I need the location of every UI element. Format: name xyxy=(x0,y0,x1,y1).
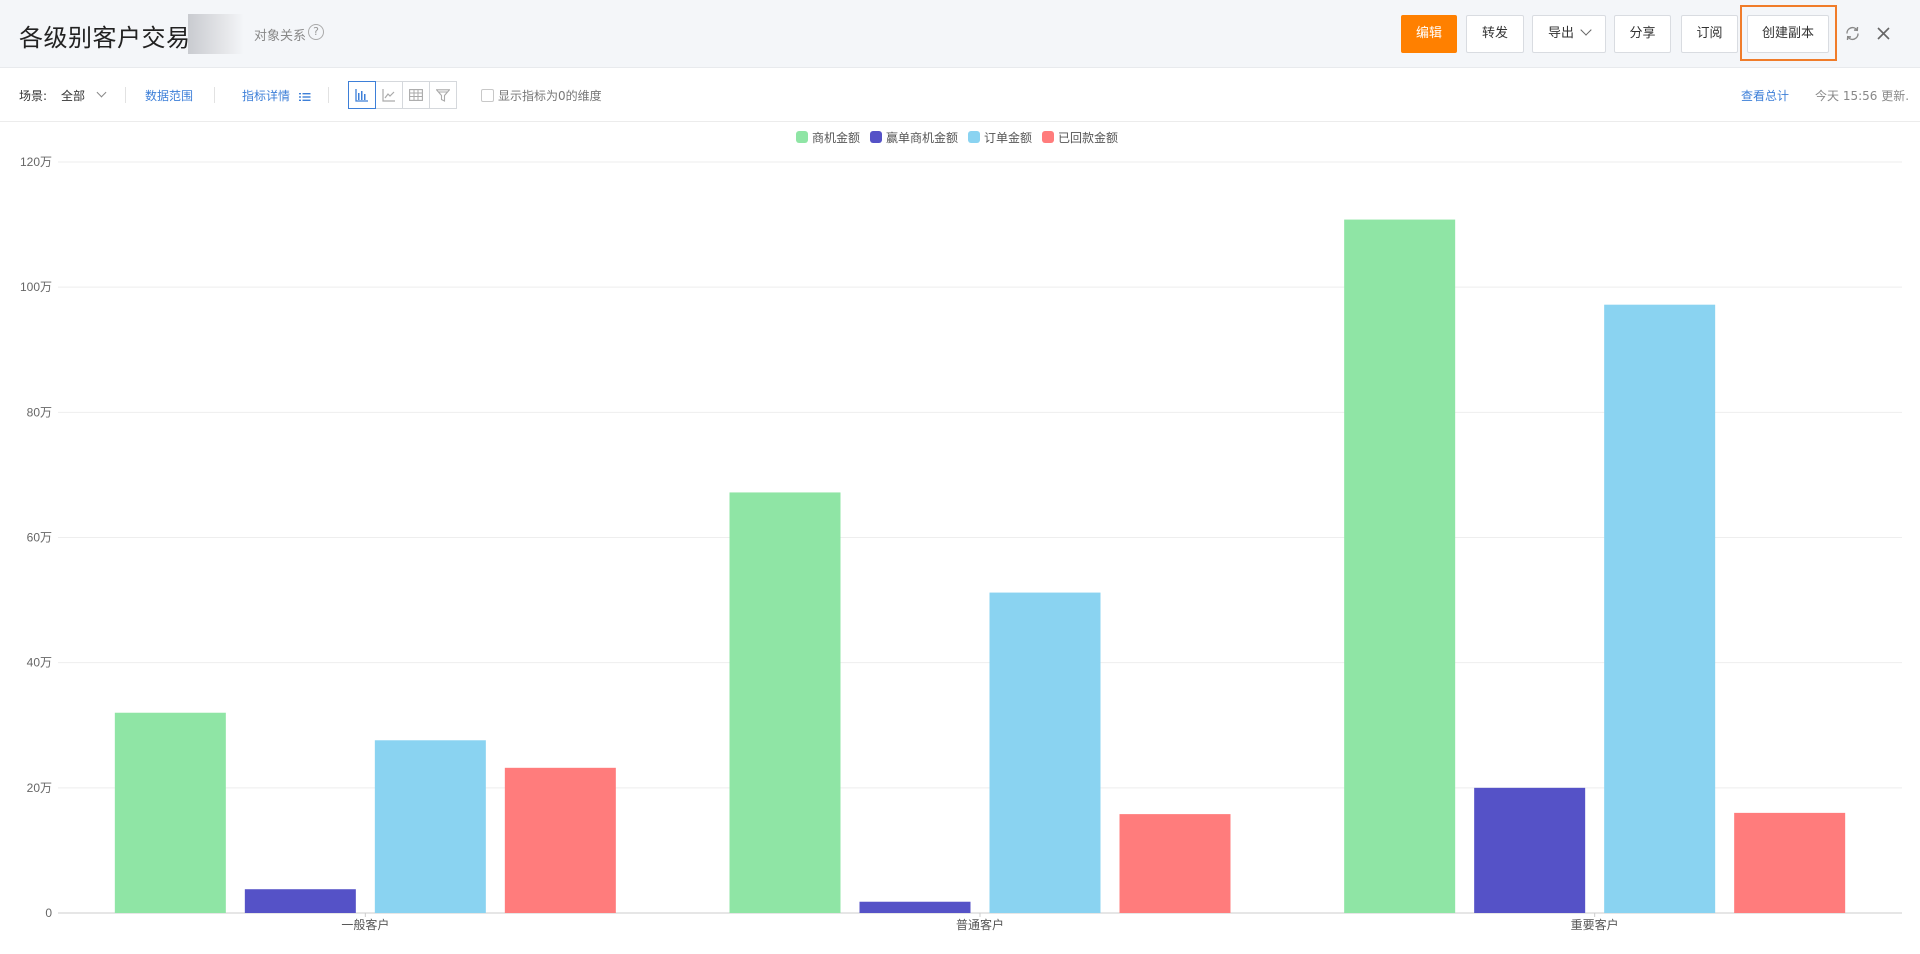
title-redacted-area xyxy=(188,14,244,54)
divider xyxy=(328,87,329,103)
edit-button[interactable]: 编辑 xyxy=(1401,15,1457,53)
page-header: 各级别客户交易情 对象关系 ? 编辑 转发 导出 分享 订阅 创建副本 xyxy=(0,0,1920,68)
close-icon[interactable] xyxy=(1875,25,1892,42)
line-chart-view-button[interactable] xyxy=(375,81,403,109)
divider xyxy=(214,87,215,103)
bar-chart: 0 20万 40万 60万 80万 100万 120万一般客户 普通客户 重要客户 xyxy=(0,122,1920,954)
export-button-label: 导出 xyxy=(1547,26,1574,41)
y-tick-label: 120万 xyxy=(20,155,52,169)
funnel-icon xyxy=(436,88,450,102)
bar[interactable] xyxy=(989,592,1101,913)
metric-details-label: 指标详情 xyxy=(242,89,291,103)
bar[interactable] xyxy=(1734,812,1846,913)
subscribe-button[interactable]: 订阅 xyxy=(1681,15,1738,53)
bar[interactable] xyxy=(1604,304,1716,913)
forward-button[interactable]: 转发 xyxy=(1466,15,1524,53)
scene-select[interactable]: 全部 xyxy=(61,87,85,104)
highlight-annotation-box xyxy=(1740,5,1837,61)
bar-chart-view-button[interactable] xyxy=(348,81,376,109)
show-zero-dimension-label: 显示指标为0的维度 xyxy=(498,89,602,103)
bar[interactable] xyxy=(1344,219,1456,913)
chevron-down-icon[interactable] xyxy=(96,87,107,98)
table-view-button[interactable] xyxy=(402,81,430,109)
metric-details-link[interactable]: 指标详情 xyxy=(242,87,311,104)
show-zero-dimension-checkbox[interactable] xyxy=(481,89,494,102)
refresh-icon[interactable] xyxy=(1844,25,1861,42)
list-icon xyxy=(298,92,311,101)
y-tick-label: 100万 xyxy=(20,280,52,294)
bar[interactable] xyxy=(1119,814,1231,913)
bar[interactable] xyxy=(374,740,486,913)
bar-chart-canvas: 0 20万 40万 60万 80万 100万 120万一般客户 普通客户 重要客户 xyxy=(20,155,1902,932)
bar[interactable] xyxy=(244,889,356,913)
y-tick-label: 60万 xyxy=(27,531,52,545)
bar[interactable] xyxy=(1474,787,1586,913)
bar[interactable] xyxy=(114,712,226,913)
y-tick-label: 40万 xyxy=(27,656,52,670)
line-chart-icon xyxy=(382,88,395,102)
scene-label: 场景: xyxy=(19,89,48,103)
export-button[interactable]: 导出 xyxy=(1532,15,1606,53)
chevron-down-icon xyxy=(1580,24,1592,36)
x-tick-label: 普通客户 xyxy=(956,917,1004,932)
help-icon[interactable]: ? xyxy=(308,24,324,40)
y-tick-label: 80万 xyxy=(27,405,52,419)
y-tick-label: 0 xyxy=(45,906,52,920)
report-toolbar: 场景: 全部 数据范围 指标详情 显示指标为0的维度 查看总计 今天 15:56… xyxy=(0,68,1920,122)
view-totals-link[interactable]: 查看总计 xyxy=(1741,87,1789,104)
page-title: 各级别客户交易情 xyxy=(19,24,215,52)
share-button[interactable]: 分享 xyxy=(1614,15,1671,53)
y-tick-label: 20万 xyxy=(27,781,52,795)
last-updated-text: 今天 15:56 更新. xyxy=(1815,89,1910,103)
divider xyxy=(125,87,126,103)
bar[interactable] xyxy=(504,767,616,913)
table-icon xyxy=(409,89,423,101)
bar[interactable] xyxy=(729,492,841,913)
data-range-link[interactable]: 数据范围 xyxy=(145,87,193,104)
view-type-switcher xyxy=(348,81,457,109)
x-tick-label: 重要客户 xyxy=(1571,917,1619,932)
bar[interactable] xyxy=(859,901,971,913)
funnel-view-button[interactable] xyxy=(429,81,457,109)
bar-chart-icon xyxy=(355,88,368,102)
object-relation-label: 对象关系 xyxy=(254,29,307,44)
x-tick-label: 一般客户 xyxy=(341,917,389,932)
